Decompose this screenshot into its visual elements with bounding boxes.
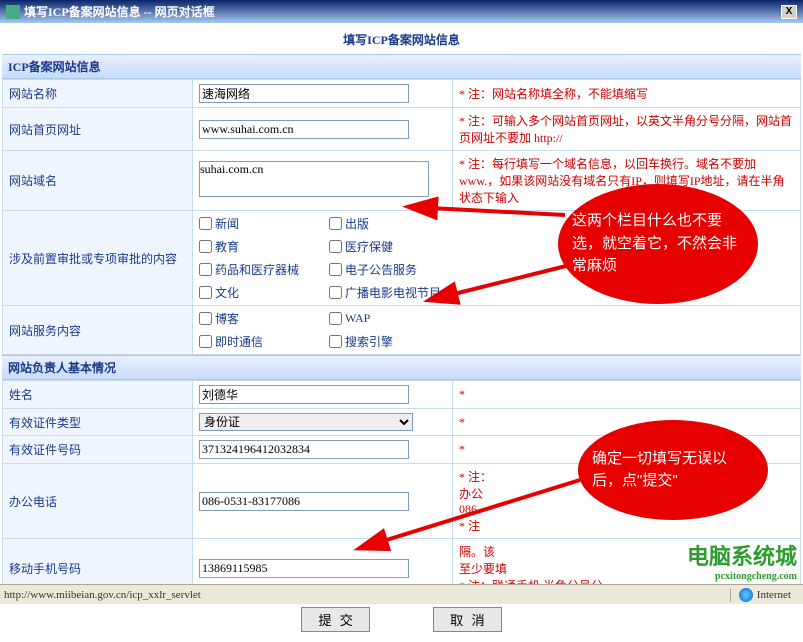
- label-homepage: 网站首页网址: [3, 108, 193, 151]
- service-checkboxes: 博客WAP即时通信搜索引擎: [199, 310, 794, 350]
- pre-approval-checkboxes: 新闻出版教育医疗保健药品和医疗器械电子公告服务文化广播电影电视节目: [199, 215, 794, 301]
- note-homepage: * 注：可输入多个网站首页网址，以英文半角分号分隔，网站首页网址不要加 http…: [453, 108, 801, 151]
- label-domain: 网站域名: [3, 151, 193, 211]
- checkbox-搜索引擎[interactable]: 搜索引擎: [329, 333, 459, 350]
- label-pre-approval: 涉及前置审批或专项审批的内容: [3, 211, 193, 306]
- checkbox-即时通信[interactable]: 即时通信: [199, 333, 329, 350]
- label-id-no: 有效证件号码: [3, 436, 193, 464]
- input-owner-name[interactable]: [199, 385, 409, 404]
- checkbox-文化[interactable]: 文化: [199, 284, 329, 301]
- note-site-name: * 注：网站名称填全称，不能填缩写: [453, 80, 801, 108]
- page-title: 填写ICP备案网站信息: [2, 25, 801, 54]
- section-site-info: ICP备案网站信息: [2, 54, 801, 79]
- input-domain[interactable]: [199, 161, 429, 197]
- label-site-name: 网站名称: [3, 80, 193, 108]
- app-icon: [6, 5, 20, 19]
- checkbox-广播电影电视节目[interactable]: 广播电影电视节目: [329, 284, 459, 301]
- label-id-type: 有效证件类型: [3, 409, 193, 436]
- note-domain: * 注：每行填写一个域名信息，以回车换行。域名不要加 www.，如果该网站没有域…: [453, 151, 801, 211]
- required-star: *: [459, 387, 465, 401]
- label-owner-name: 姓名: [3, 381, 193, 409]
- label-office-tel: 办公电话: [3, 464, 193, 539]
- note-office-tel: * 注： 办公 086- * 注: [453, 464, 801, 539]
- checkbox-药品和医疗器械[interactable]: 药品和医疗器械: [199, 261, 329, 278]
- input-office-tel[interactable]: [199, 492, 409, 511]
- close-button[interactable]: X: [781, 5, 797, 19]
- input-id-no[interactable]: [199, 440, 409, 459]
- label-service: 网站服务内容: [3, 306, 193, 355]
- checkbox-博客[interactable]: 博客: [199, 310, 329, 327]
- window-title: 填写ICP备案网站信息 -- 网页对话框: [24, 3, 215, 20]
- select-id-type[interactable]: 身份证: [199, 413, 413, 431]
- status-zone: Internet: [730, 588, 799, 602]
- window-titlebar: 填写ICP备案网站信息 -- 网页对话框 X: [0, 0, 803, 23]
- status-url: http://www.miibeian.gov.cn/icp_xxlr_serv…: [4, 589, 730, 601]
- checkbox-WAP[interactable]: WAP: [329, 310, 459, 327]
- submit-button[interactable]: 提交: [301, 607, 370, 632]
- checkbox-电子公告服务[interactable]: 电子公告服务: [329, 261, 459, 278]
- required-star: *: [459, 415, 465, 429]
- watermark: 电脑系统城 pcxitongcheng.com: [687, 539, 797, 582]
- status-bar: http://www.miibeian.gov.cn/icp_xxlr_serv…: [0, 584, 803, 604]
- required-star: *: [459, 442, 465, 456]
- globe-icon: [739, 588, 753, 602]
- input-site-name[interactable]: [199, 84, 409, 103]
- checkbox-出版[interactable]: 出版: [329, 215, 459, 232]
- input-homepage[interactable]: [199, 120, 409, 139]
- checkbox-新闻[interactable]: 新闻: [199, 215, 329, 232]
- checkbox-教育[interactable]: 教育: [199, 238, 329, 255]
- cancel-button[interactable]: 取消: [433, 607, 502, 632]
- section-owner-info: 网站负责人基本情况: [2, 355, 801, 380]
- input-mobile[interactable]: [199, 559, 409, 578]
- checkbox-医疗保健[interactable]: 医疗保健: [329, 238, 459, 255]
